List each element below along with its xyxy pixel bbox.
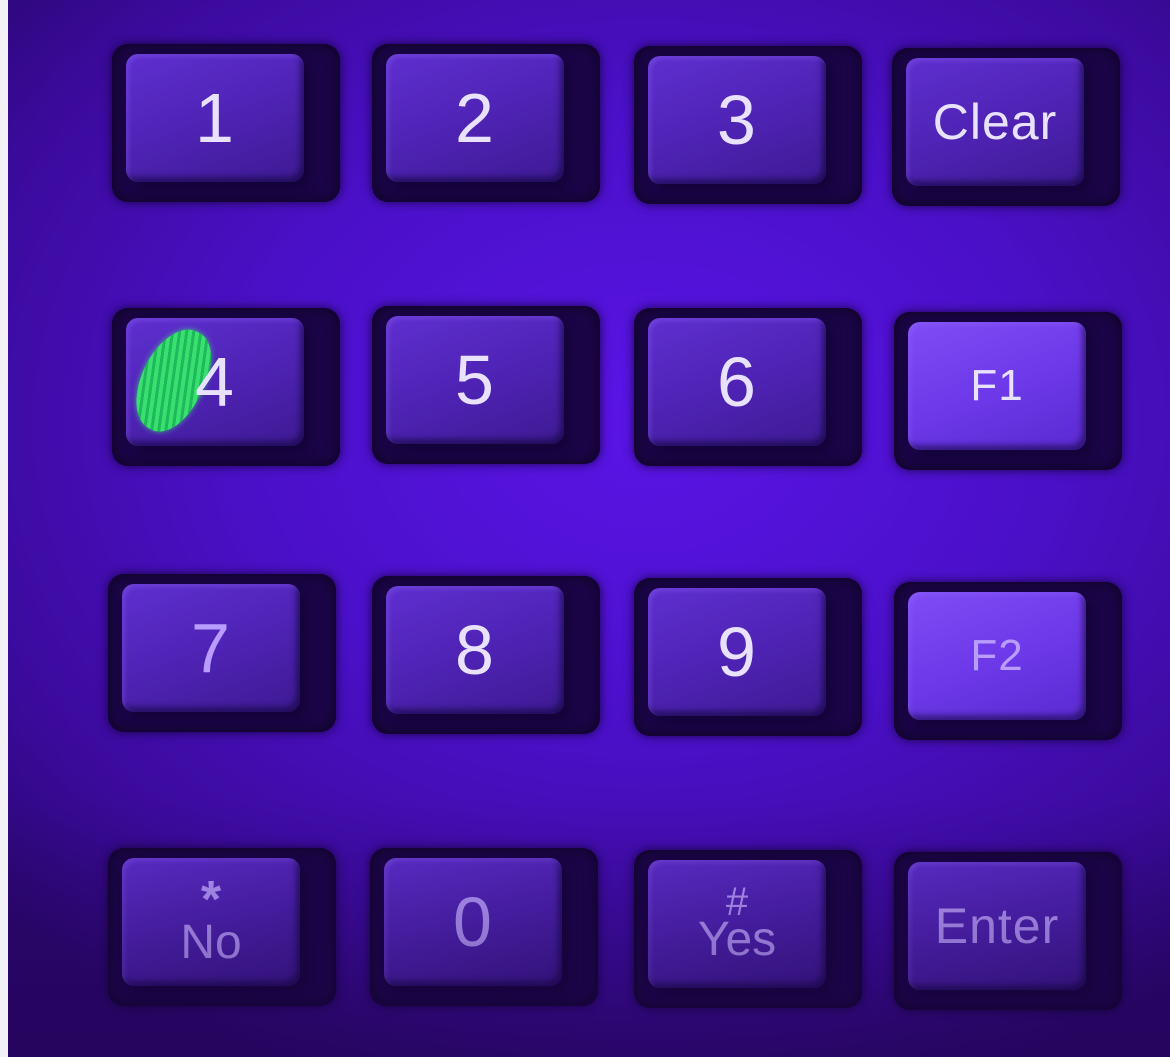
key-well-f1: F1 [894, 312, 1122, 470]
key-label: 9 [717, 613, 757, 691]
key-label: Yes [697, 913, 777, 967]
key-label-stack: * No [180, 870, 242, 970]
key-well-7: 7 [108, 574, 336, 732]
key-label: 6 [717, 343, 757, 421]
key-label: No [180, 916, 242, 970]
key-label: Enter [934, 898, 1060, 954]
key-label: F2 [970, 631, 1024, 680]
key-8[interactable]: 8 [386, 586, 564, 714]
key-enter[interactable]: Enter [908, 862, 1086, 990]
keypad-photo: 1 2 3 Clear 4 5 6 F1 7 8 9 F2 * No 0 # Y… [8, 0, 1170, 1057]
key-label: 0 [453, 883, 493, 961]
key-clear[interactable]: Clear [906, 58, 1084, 186]
key-label: 1 [195, 79, 235, 157]
key-well-yes: # Yes [634, 850, 862, 1008]
key-well-9: 9 [634, 578, 862, 736]
key-well-clear: Clear [892, 48, 1120, 206]
key-yes[interactable]: # Yes [648, 860, 826, 988]
key-3[interactable]: 3 [648, 56, 826, 184]
key-label: 5 [455, 341, 495, 419]
key-label: Clear [932, 94, 1058, 150]
key-well-5: 5 [372, 306, 600, 464]
key-4[interactable]: 4 [120, 317, 304, 446]
key-well-8: 8 [372, 576, 600, 734]
key-f1[interactable]: F1 [908, 322, 1086, 450]
key-label: 8 [455, 611, 495, 689]
key-label: 7 [191, 609, 231, 687]
key-well-0: 0 [370, 848, 598, 1006]
key-well-4: 4 [112, 308, 340, 466]
key-f2[interactable]: F2 [908, 592, 1086, 720]
key-0[interactable]: 0 [384, 858, 562, 986]
key-6[interactable]: 6 [648, 318, 826, 446]
key-well-1: 1 [112, 44, 340, 202]
key-label: 4 [195, 343, 235, 421]
key-well-f2: F2 [894, 582, 1122, 740]
key-2[interactable]: 2 [386, 54, 564, 182]
key-label: 3 [717, 81, 757, 159]
key-label: 2 [455, 79, 495, 157]
key-7[interactable]: 7 [122, 584, 300, 712]
key-5[interactable]: 5 [386, 316, 564, 444]
key-label: F1 [970, 361, 1024, 410]
key-well-6: 6 [634, 308, 862, 466]
asterisk-symbol: * [200, 870, 222, 929]
key-well-2: 2 [372, 44, 600, 202]
key-label-stack: # Yes [697, 882, 777, 967]
key-well-3: 3 [634, 46, 862, 204]
key-1[interactable]: 1 [126, 54, 304, 182]
key-well-no: * No [108, 848, 336, 1006]
key-9[interactable]: 9 [648, 588, 826, 716]
key-well-enter: Enter [894, 852, 1122, 1010]
key-no[interactable]: * No [122, 858, 300, 986]
